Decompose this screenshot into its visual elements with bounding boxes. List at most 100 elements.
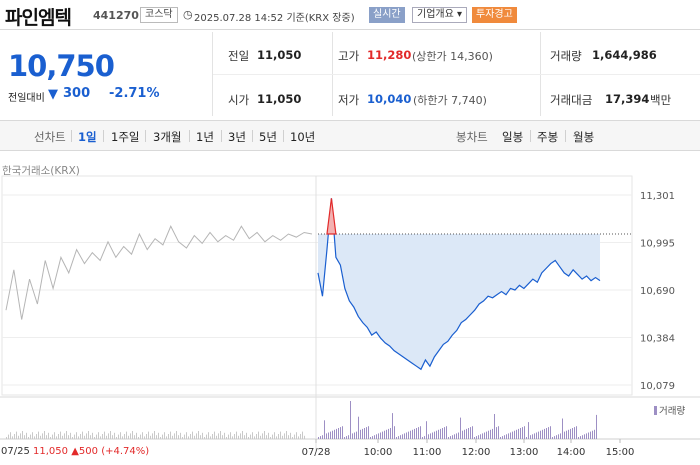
tab-3year[interactable]: 3년 [228,129,246,145]
volume-bar [540,430,541,439]
volume-bar [126,431,127,439]
volume-bar [552,437,553,439]
volume-bar [496,427,497,439]
tab-weekly-candle[interactable]: 주봉 [537,129,558,145]
volume-bar [328,432,329,439]
low-value: 10,040 [367,92,412,106]
volume-bar [250,434,251,439]
volume-bar [178,435,179,439]
tab-daily-candle[interactable]: 일봉 [502,129,523,145]
volume-bar [360,429,361,439]
volume-bar [504,435,505,439]
tab-10year[interactable]: 10년 [290,129,315,145]
volume-bar [236,431,237,439]
volume-bar [368,426,369,439]
prev-day-date: 07/25 [1,446,30,457]
volume-bar [526,437,527,439]
volume-bar [422,437,423,439]
volume-bar [388,428,389,439]
volume-bar [146,434,147,439]
volume-bar [272,434,273,439]
volume-bar [354,432,355,439]
volume-bar [182,437,183,439]
volume-bar [106,435,107,439]
volume-bar [284,433,285,439]
volume-bar [34,436,35,439]
volume-bar [206,434,207,439]
investment-warning-badge[interactable]: 투자경고 [472,7,517,23]
company-info-dropdown[interactable]: 기업개요 ▾ [412,7,468,23]
volume-bar [462,430,463,439]
volume-bar [346,436,347,439]
volume-bar [220,431,221,439]
volume-bar [48,432,49,439]
volume-bar [24,435,25,439]
realtime-button[interactable]: 실시간 [369,7,405,23]
volume-bar [166,436,167,439]
tab-monthly-candle[interactable]: 월봉 [573,129,594,145]
tab-3month[interactable]: 3개월 [153,129,181,145]
volume-bar [528,422,529,439]
volume-bar [566,430,567,439]
volume-bar [594,429,595,439]
tab-5year[interactable]: 5년 [259,129,277,145]
volume-bar [158,432,159,439]
x-tick-label: 07/28 [302,447,331,458]
prev-day-change: 500 [78,446,98,457]
volume-bar [92,432,93,439]
volume-bar [446,426,447,439]
volume-bar [72,437,73,439]
volume-bar [338,428,339,439]
high-label: 고가 [338,49,360,63]
volume-bar [108,433,109,439]
volume-bar [464,429,465,439]
volume-bar [550,426,551,439]
volume-bar [350,401,351,439]
volume-bar [516,429,517,439]
volume-bar [10,432,11,439]
volume-bar [140,434,141,439]
tab-1week[interactable]: 1주일 [111,129,139,145]
volume-bar [288,435,289,439]
volume-bar [524,426,525,439]
volume-bar [162,434,163,439]
volume-bar [396,437,397,439]
price-chart[interactable]: 11,301 10,995 10,690 10,384 10,079 07/28 10:00… [0,175,700,465]
volume-bar [142,432,143,439]
volume-bar [384,430,385,439]
volume-bar [570,428,571,439]
volume-bar [20,433,21,439]
volume-bar [586,433,587,439]
volume-bar [190,434,191,439]
volume-bar [244,435,245,439]
volume-bar [188,436,189,439]
tab-1year[interactable]: 1년 [196,129,214,145]
tab-1day[interactable]: 1일 [78,129,97,145]
volume-bar [180,432,181,439]
volume-bar [582,435,583,439]
volume-bar [252,432,253,439]
x-tick-label: 15:00 [606,447,635,458]
volume-bar [576,426,577,439]
volume-bar [260,435,261,439]
volume-bar [232,436,233,439]
volume-bar [404,433,405,439]
volume-bar [588,432,589,439]
volume-bar [42,433,43,439]
current-price: 10,750 [8,49,115,83]
volume-bar [502,436,503,439]
volume-bar [184,434,185,439]
volume-bar [490,429,491,439]
volume-bar [26,432,27,439]
volume-bar [138,437,139,439]
candle-chart-label: 봉차트 [456,130,488,144]
volume-bar [224,432,225,439]
volume-bar [546,428,547,439]
lower-limit: (하한가 7,740) [413,94,487,107]
volume-bar [344,437,345,439]
volume-bar [420,426,421,439]
volume-bar [12,436,13,439]
volume-bar [208,432,209,439]
volume-bar [292,437,293,439]
low-label: 저가 [338,93,360,107]
